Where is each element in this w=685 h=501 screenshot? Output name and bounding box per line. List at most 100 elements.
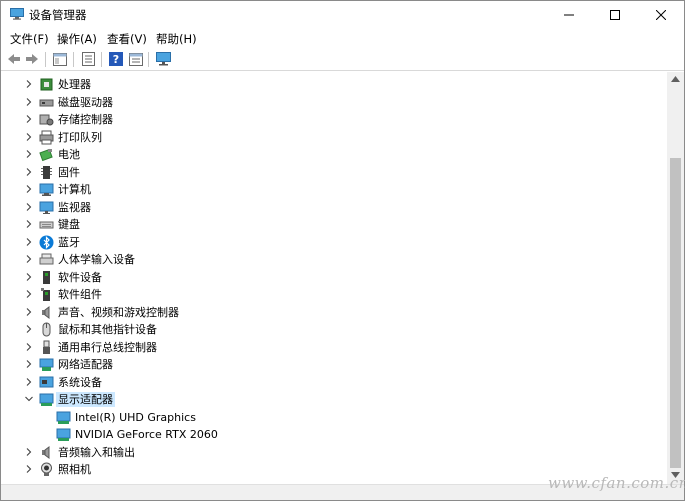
maximize-button[interactable] xyxy=(592,1,638,28)
tree-item-label: 系统设备 xyxy=(58,375,102,389)
tree-item-label: 磁盘驱动器 xyxy=(58,95,113,109)
maximize-icon xyxy=(610,9,620,20)
tree-category[interactable]: 人体学输入设备 xyxy=(1,251,667,268)
toolbar-separator xyxy=(101,52,102,67)
chevron-right-icon[interactable] xyxy=(24,114,34,124)
software-component-icon xyxy=(41,288,50,301)
menu-file[interactable]: 文件(F) xyxy=(10,31,49,47)
title-bar[interactable]: 设备管理器 xyxy=(1,1,684,28)
back-arrow-icon xyxy=(8,54,20,64)
vertical-scroll-thumb[interactable] xyxy=(670,158,681,468)
minimize-icon xyxy=(564,14,574,15)
properties-button[interactable] xyxy=(79,50,97,68)
scroll-up-icon[interactable] xyxy=(671,76,680,82)
chevron-right-icon[interactable] xyxy=(24,464,34,474)
chevron-right-icon[interactable] xyxy=(24,219,34,229)
tree-category[interactable]: 键盘 xyxy=(1,216,667,233)
tree-item-label: 处理器 xyxy=(58,78,91,91)
tree-category[interactable]: 声音、视频和游戏控制器 xyxy=(1,304,667,321)
monitor-icon xyxy=(39,201,54,214)
tree-item-label: 存储控制器 xyxy=(58,113,113,126)
console-tree-button[interactable] xyxy=(51,50,69,68)
disk-drive-icon xyxy=(39,99,54,106)
tree-category[interactable]: 固件 xyxy=(1,164,667,181)
tree-item-label: 音频输入和输出 xyxy=(58,445,135,459)
tree-device[interactable]: NVIDIA GeForce RTX 2060 xyxy=(1,426,667,443)
help-icon: ? xyxy=(109,52,123,66)
hid-icon xyxy=(39,253,54,265)
display-adapter-icon xyxy=(56,411,71,424)
chevron-right-icon[interactable] xyxy=(24,377,34,387)
system-device-icon xyxy=(39,376,54,387)
chevron-right-icon[interactable] xyxy=(24,184,34,194)
scan-hardware-button[interactable] xyxy=(154,50,172,68)
help-button[interactable]: ? xyxy=(107,50,125,68)
tree-category[interactable]: 处理器 xyxy=(1,76,667,93)
tree-category[interactable]: 显示适配器 xyxy=(1,391,667,408)
tree-category[interactable]: 电池 xyxy=(1,146,667,163)
device-manager-window: 设备管理器 文件(F) 操作(A) 查看(V) 帮助(H) ? 处理器 磁盘驱动… xyxy=(0,0,685,501)
battery-icon xyxy=(39,148,53,162)
toolbar-separator xyxy=(148,52,149,67)
vertical-scrollbar[interactable] xyxy=(667,72,684,484)
tree-category[interactable]: 打印队列 xyxy=(1,129,667,146)
chevron-right-icon[interactable] xyxy=(24,254,34,264)
chevron-right-icon[interactable] xyxy=(24,149,34,159)
chevron-right-icon[interactable] xyxy=(24,342,34,352)
forward-button[interactable] xyxy=(23,50,41,68)
tree-category[interactable]: 鼠标和其他指针设备 xyxy=(1,321,667,338)
tree-category[interactable]: 网络适配器 xyxy=(1,356,667,373)
tree-device[interactable]: Intel(R) UHD Graphics xyxy=(1,409,667,426)
device-tree[interactable]: 处理器 磁盘驱动器 存储控制器 打印队列 电池 固件 计算机 监视器 键盘 蓝牙 人体学输入设备 软件… xyxy=(1,72,667,484)
processor-icon xyxy=(40,78,53,91)
tree-category[interactable]: 监视器 xyxy=(1,199,667,216)
tree-category[interactable]: 磁盘驱动器 xyxy=(1,94,667,111)
tree-category[interactable]: 蓝牙 xyxy=(1,234,667,251)
chevron-down-icon[interactable] xyxy=(24,394,34,404)
chevron-right-icon[interactable] xyxy=(24,307,34,317)
close-icon xyxy=(656,9,666,20)
network-adapter-icon xyxy=(39,358,54,371)
view-icon xyxy=(129,52,143,66)
tree-category[interactable]: 软件设备 xyxy=(1,269,667,286)
chevron-right-icon[interactable] xyxy=(24,237,34,247)
chevron-right-icon[interactable] xyxy=(24,324,34,334)
tree-category[interactable]: 系统设备 xyxy=(1,374,667,391)
tree-item-label: 蓝牙 xyxy=(58,235,80,249)
tree-category[interactable]: 软件组件 xyxy=(1,286,667,303)
properties-icon xyxy=(81,52,95,66)
chevron-right-icon[interactable] xyxy=(24,272,34,282)
chevron-right-icon[interactable] xyxy=(24,359,34,369)
storage-controller-icon xyxy=(39,114,54,126)
display-adapter-icon xyxy=(56,428,71,441)
computer-icon xyxy=(39,183,54,196)
chevron-right-icon[interactable] xyxy=(24,79,34,89)
tree-item-label: NVIDIA GeForce RTX 2060 xyxy=(75,428,218,441)
chevron-right-icon[interactable] xyxy=(24,167,34,177)
chevron-right-icon[interactable] xyxy=(24,132,34,142)
menu-view[interactable]: 查看(V) xyxy=(107,31,147,47)
chevron-right-icon[interactable] xyxy=(24,447,34,457)
toolbar-separator xyxy=(45,52,46,67)
tree-category[interactable]: 通用串行总线控制器 xyxy=(1,339,667,356)
bluetooth-icon xyxy=(39,235,54,249)
printer-icon xyxy=(39,130,54,144)
tree-category[interactable]: 计算机 xyxy=(1,181,667,198)
device-manager-app-icon xyxy=(10,8,24,20)
tree-category[interactable]: 存储控制器 xyxy=(1,111,667,128)
chevron-right-icon[interactable] xyxy=(24,202,34,212)
view-button[interactable] xyxy=(127,50,145,68)
menu-action[interactable]: 操作(A) xyxy=(57,31,97,47)
speaker-icon xyxy=(42,445,50,459)
minimize-button[interactable] xyxy=(546,1,592,28)
chevron-right-icon[interactable] xyxy=(24,97,34,107)
menu-help[interactable]: 帮助(H) xyxy=(156,31,197,47)
back-button[interactable] xyxy=(5,50,23,68)
svg-text:?: ? xyxy=(113,53,119,66)
tree-category[interactable]: 音频输入和输出 xyxy=(1,444,667,461)
close-button[interactable] xyxy=(638,1,684,28)
console-tree-icon xyxy=(53,52,67,66)
toolbar: ? xyxy=(1,48,684,71)
chevron-right-icon[interactable] xyxy=(24,289,34,299)
tree-item-label: 软件设备 xyxy=(58,270,102,284)
